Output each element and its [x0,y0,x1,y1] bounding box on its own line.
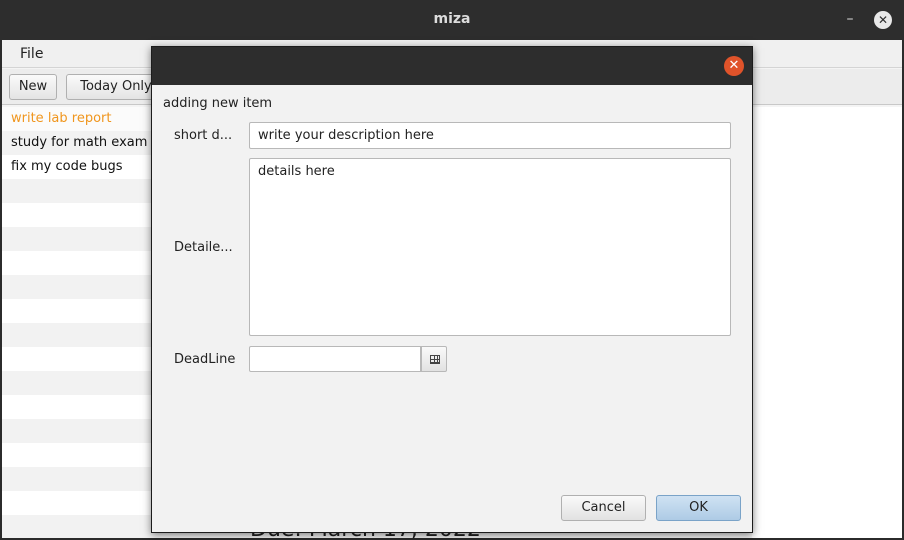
empty-row [2,371,152,395]
cancel-button[interactable]: Cancel [561,495,646,521]
dialog-close-icon[interactable]: ✕ [724,56,744,76]
ok-button[interactable]: OK [656,495,741,521]
detailed-description-textarea[interactable]: details here [249,158,731,336]
empty-row [2,515,152,538]
minimize-icon[interactable]: – [843,10,857,28]
short-description-label: short d... [174,128,233,143]
window-titlebar: miza – ✕ [0,0,904,40]
dialog-header: adding new item [163,96,273,111]
short-description-input[interactable]: write your description here [249,122,731,149]
new-button[interactable]: New [9,74,57,100]
empty-row [2,179,152,203]
list-item[interactable]: study for math exam [2,131,152,155]
detailed-description-label: Detaile... [174,240,233,255]
empty-row [2,467,152,491]
add-item-dialog: ✕ adding new item short d... write your … [151,46,753,533]
empty-row [2,323,152,347]
dialog-titlebar: ✕ [152,47,752,85]
list-item[interactable]: fix my code bugs [2,155,152,179]
list-item[interactable]: write lab report [2,107,152,131]
menu-file[interactable]: File [20,46,43,62]
date-picker-button[interactable] [421,346,447,372]
window-title: miza [433,11,471,27]
empty-row [2,227,152,251]
empty-row [2,419,152,443]
empty-row [2,251,152,275]
deadline-input[interactable] [249,346,421,372]
deadline-label: DeadLine [174,352,236,367]
calendar-icon [430,355,440,364]
empty-row [2,395,152,419]
empty-row [2,347,152,371]
empty-row [2,203,152,227]
empty-row [2,299,152,323]
task-list: write lab report study for math exam fix… [2,107,152,538]
empty-row [2,491,152,515]
empty-row [2,275,152,299]
close-window-icon[interactable]: ✕ [874,11,892,29]
empty-row [2,443,152,467]
detail-pane [752,107,902,538]
